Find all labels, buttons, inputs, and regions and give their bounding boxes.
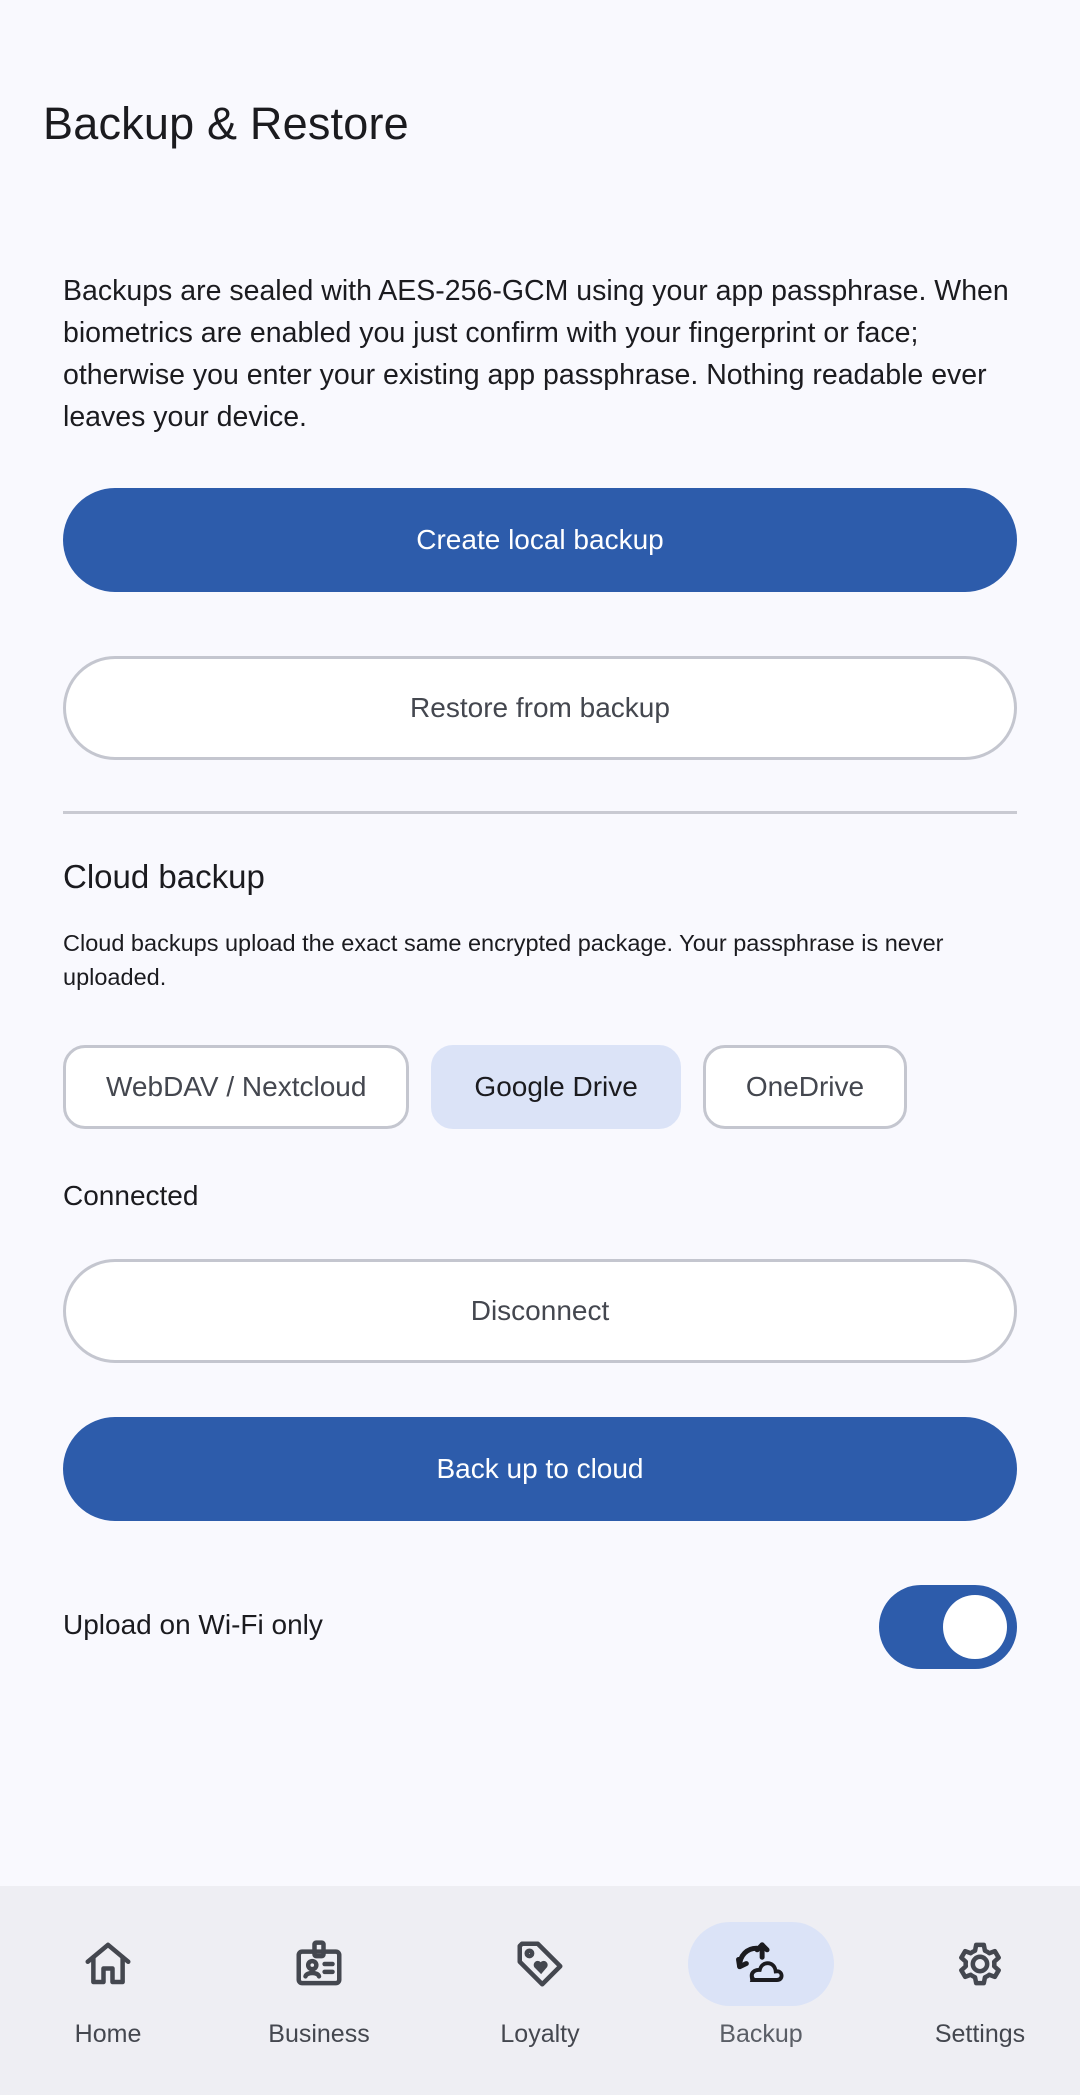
wifi-only-label: Upload on Wi-Fi only [63, 1609, 323, 1640]
provider-chip-webdav[interactable]: WebDAV / Nextcloud [63, 1045, 410, 1129]
intro-text: Backups are sealed with AES-256-GCM usin… [63, 275, 1009, 433]
nav-label-home: Home [74, 2020, 142, 2048]
cloud-sync-icon [688, 1922, 834, 2006]
nav-item-loyalty[interactable]: Loyalty [432, 1886, 648, 2095]
toggle-knob [943, 1595, 1007, 1659]
create-local-backup-button[interactable]: Create local backup [63, 488, 1017, 592]
section-divider [63, 811, 1017, 814]
cloud-backup-title: Cloud backup [63, 858, 265, 895]
disconnect-button[interactable]: Disconnect [63, 1259, 1017, 1363]
back-up-to-cloud-button[interactable]: Back up to cloud [63, 1417, 1017, 1521]
provider-chip-onedrive[interactable]: OneDrive [702, 1045, 908, 1129]
cloud-backup-description: Cloud backups upload the exact same encr… [63, 930, 944, 990]
page-title: Backup & Restore [43, 98, 409, 149]
tag-heart-icon [467, 1922, 613, 2006]
cloud-provider-chips: WebDAV / Nextcloud Google Drive OneDrive [63, 1045, 908, 1129]
badge-icon [246, 1922, 392, 2006]
nav-label-settings: Settings [934, 2020, 1026, 2048]
nav-label-business: Business [268, 2020, 370, 2048]
bottom-navigation: Home Business Loyalty Backup Settings [0, 1886, 1080, 2095]
restore-from-backup-button[interactable]: Restore from backup [63, 656, 1017, 760]
nav-label-backup: Backup [719, 2020, 803, 2048]
gear-icon [907, 1922, 1053, 2006]
nav-item-settings[interactable]: Settings [872, 1886, 1080, 2095]
nav-item-business[interactable]: Business [211, 1886, 427, 2095]
backup-restore-screen: Backup & Restore Backups are sealed with… [0, 0, 1080, 2095]
wifi-only-toggle[interactable] [879, 1585, 1017, 1669]
provider-chip-google-drive[interactable]: Google Drive [431, 1045, 681, 1129]
home-icon [35, 1922, 181, 2006]
connection-status: Connected [63, 1180, 199, 1211]
nav-item-home[interactable]: Home [0, 1886, 216, 2095]
nav-label-loyalty: Loyalty [500, 2020, 580, 2048]
nav-item-backup[interactable]: Backup [653, 1886, 869, 2095]
